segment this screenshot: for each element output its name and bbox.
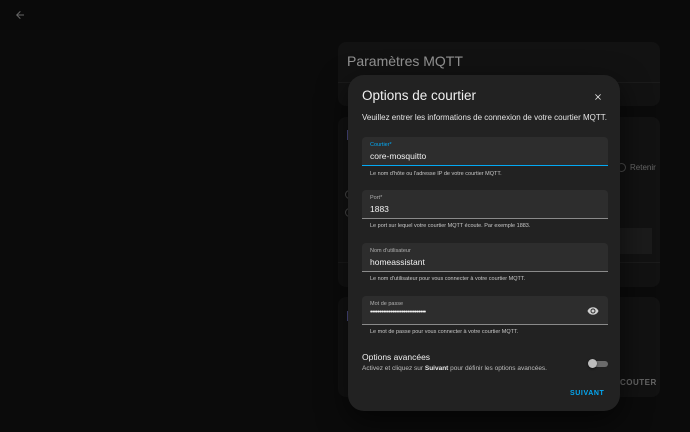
username-helper: Le nom d'utilisateur pour vous connecter… <box>370 276 526 282</box>
port-helper: Le port sur lequel votre courtier MQTT é… <box>370 223 531 229</box>
broker-options-dialog: Options de courtier Veuillez entrer les … <box>348 75 620 411</box>
username-field[interactable]: Nom d'utilisateur homeassistant <box>362 243 608 272</box>
password-field-label: Mot de passe <box>370 301 404 307</box>
broker-field[interactable]: Courtier* core-mosquitto <box>362 137 608 166</box>
advanced-options-title: Options avancées <box>362 352 431 362</box>
broker-helper: Le nom d'hôte ou l'adresse IP de votre c… <box>370 171 502 177</box>
close-icon <box>595 94 601 100</box>
broker-field-value[interactable]: core-mosquitto <box>370 151 426 161</box>
username-field-label: Nom d'utilisateur <box>370 248 411 254</box>
port-field[interactable]: Port* 1883 <box>362 190 608 219</box>
advanced-options-toggle[interactable] <box>588 359 608 368</box>
password-field[interactable]: Mot de passe •••••••••••••••••••••••••••… <box>362 296 608 325</box>
show-password-button[interactable] <box>587 304 600 317</box>
broker-field-label: Courtier* <box>370 142 392 148</box>
close-button[interactable] <box>590 89 606 105</box>
advanced-desc-text: Activez et cliquez sur <box>362 365 425 372</box>
advanced-desc-bold: Suivant <box>424 365 449 372</box>
password-field-value[interactable]: •••••••••••••••••••••••••••••• <box>370 309 426 316</box>
toggle-thumb <box>588 359 597 368</box>
next-button[interactable]: SUIVANT <box>570 390 604 397</box>
port-field-value[interactable]: 1883 <box>370 204 389 214</box>
port-field-label: Port* <box>370 195 383 201</box>
advanced-desc-text-end: pour définir les options avancées. <box>448 365 547 372</box>
password-helper: Le mot de passe pour vous connecter à vo… <box>370 329 519 335</box>
advanced-options-description: Activez et cliquez sur Suivant pour défi… <box>362 365 547 372</box>
eye-icon <box>587 307 599 315</box>
username-field-value[interactable]: homeassistant <box>370 257 425 267</box>
dialog-description: Veuillez entrer les informations de conn… <box>362 113 608 122</box>
dialog-title: Options de courtier <box>362 88 477 103</box>
